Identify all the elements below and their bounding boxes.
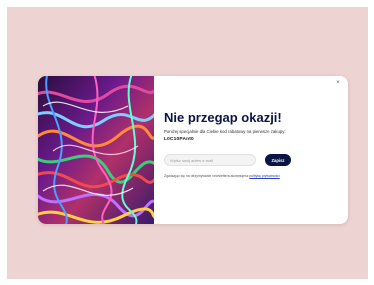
consent-note: Zgadzając się na otrzymywanie newsletter…	[164, 174, 342, 179]
consent-text: Zgadzając się na otrzymywanie newsletter…	[164, 174, 250, 178]
newsletter-popup: × Nie przegap okazji! Poniżej specjalnie…	[38, 76, 348, 224]
privacy-policy-link[interactable]: politykę prywatności	[249, 174, 279, 178]
close-icon[interactable]: ×	[334, 79, 342, 87]
popup-content: Nie przegap okazji! Poniżej specjalnie d…	[164, 110, 342, 179]
popup-title: Nie przegap okazji!	[164, 110, 282, 125]
subscribe-button[interactable]: Zapisz	[265, 154, 291, 166]
abstract-artwork-image	[38, 76, 154, 224]
email-field[interactable]	[164, 154, 256, 166]
newsletter-form: Zapisz	[164, 154, 342, 168]
discount-code: L0C10PAnt0	[164, 137, 194, 142]
popup-subtitle: Poniżej specjalnie dla Ciebie kod rabato…	[164, 129, 286, 134]
